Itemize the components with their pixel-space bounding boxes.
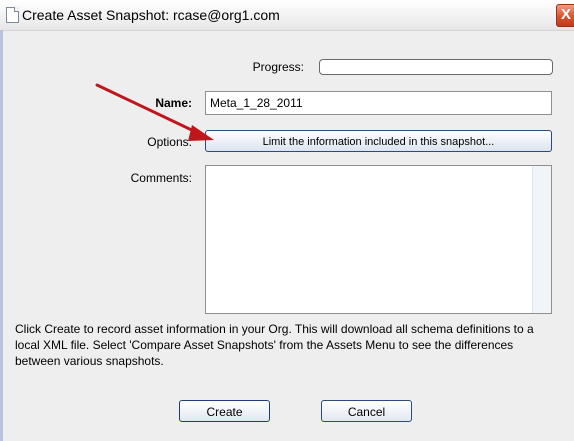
progress-label: Progress: (252, 60, 304, 74)
create-asset-snapshot-dialog: Create Asset Snapshot: rcase@org1.com X … (0, 0, 574, 441)
window-title: Create Asset Snapshot: rcase@org1.com (22, 7, 280, 23)
document-icon (6, 7, 19, 23)
comments-label: Comments: (130, 171, 192, 185)
options-label: Options: (147, 135, 192, 149)
cancel-button[interactable]: Cancel (321, 400, 412, 422)
title-bar[interactable]: Create Asset Snapshot: rcase@org1.com X (0, 0, 574, 31)
limit-information-button[interactable]: Limit the information included in this s… (205, 130, 552, 152)
close-button[interactable]: X (556, 4, 574, 27)
name-input[interactable]: Meta_1_28_2011 (205, 91, 552, 115)
comments-scrollbar[interactable] (532, 166, 551, 313)
comments-text (206, 166, 551, 172)
create-button[interactable]: Create (179, 400, 270, 422)
comments-textarea[interactable] (205, 165, 552, 314)
name-label: Name: (155, 96, 192, 110)
progress-bar (319, 59, 553, 75)
window-border (0, 30, 3, 441)
info-text: Click Create to record asset information… (15, 322, 534, 368)
